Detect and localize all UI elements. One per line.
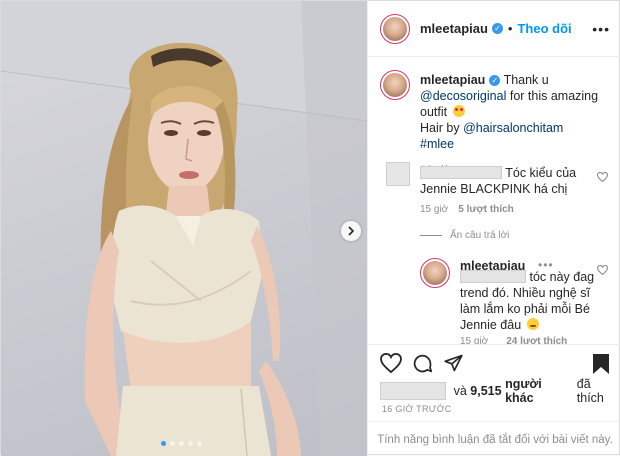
carousel-dot — [188, 441, 193, 446]
comment-bubble-icon[interactable] — [412, 353, 433, 374]
avatar[interactable] — [380, 70, 410, 100]
carousel-dot — [197, 441, 202, 446]
heart-icon[interactable] — [380, 353, 402, 373]
comment-time[interactable]: 15 giờ — [420, 204, 448, 215]
hide-replies-label: Ẩn câu trả lời — [450, 230, 510, 241]
paper-plane-icon[interactable] — [443, 353, 464, 373]
more-options-icon[interactable]: ••• — [592, 21, 610, 37]
likes-prefix: và — [453, 384, 467, 398]
next-slide-button[interactable] — [341, 221, 361, 241]
redacted-username — [420, 166, 502, 179]
follow-button[interactable]: Theo dõi — [517, 21, 571, 36]
verified-badge-icon: ✓ — [491, 23, 503, 34]
separator-dot: • — [507, 21, 513, 36]
author-username[interactable]: mleetapiau — [420, 21, 488, 36]
divider — [420, 235, 442, 236]
mention-link[interactable]: @hairsalonchitam — [463, 121, 563, 135]
model-figure — [84, 42, 301, 456]
likes-end: đã thích — [576, 377, 604, 405]
comment-meta: 15 giờ 5 lượt thích — [420, 204, 514, 215]
bookmark-icon[interactable] — [592, 353, 610, 375]
caption-text: mleetapiau ✓ Thank u @decosoriginal for t… — [420, 72, 616, 178]
commenter-avatar[interactable] — [386, 162, 410, 186]
hashtag-link[interactable]: #mlee — [420, 137, 454, 151]
reply-like-heart-icon[interactable] — [597, 265, 608, 275]
redacted-username — [460, 270, 526, 283]
carousel-dots — [161, 441, 202, 446]
likes-others[interactable]: người khác — [505, 377, 573, 405]
smile-emoji-icon — [526, 318, 539, 330]
reply-likes[interactable]: 24 lượt thích — [506, 336, 567, 344]
caption-author[interactable]: mleetapiau — [420, 73, 485, 87]
carousel-dot — [161, 441, 166, 446]
heart-eyes-emoji-icon — [452, 105, 465, 117]
redacted-username — [380, 382, 446, 400]
hide-replies-button[interactable]: Ẩn câu trả lời — [420, 230, 509, 241]
mention-link[interactable]: @decosoriginal — [420, 89, 506, 103]
post-header: mleetapiau ✓ • Theo dõi ••• — [368, 1, 620, 57]
post-photo[interactable] — [1, 1, 367, 456]
reply-meta: 15 giờ 24 lượt thích — [460, 336, 567, 344]
comments-list[interactable]: mleetapiau ✓ Thank u @decosoriginal for t… — [368, 58, 620, 344]
chevron-right-icon — [348, 226, 355, 236]
comment-likes[interactable]: 5 lượt thích — [458, 204, 513, 215]
caption-line3: Hair by — [420, 121, 460, 135]
comment-text: Tóc kiểu của Jennie BLACKPINK há chị — [420, 165, 590, 197]
avatar[interactable] — [380, 13, 410, 44]
carousel-dot — [179, 441, 184, 446]
post-side-panel: mleetapiau ✓ • Theo dõi ••• mleetapiau ✓ … — [367, 1, 620, 456]
instagram-post: mleetapiau ✓ • Theo dõi ••• mleetapiau ✓ … — [0, 0, 620, 456]
likes-summary: và 9,515 người khác đã thích — [380, 377, 620, 405]
comments-disabled-notice: Tính năng bình luận đã tắt đối với bài v… — [368, 421, 620, 456]
avatar[interactable] — [420, 258, 450, 288]
verified-badge-icon: ✓ — [489, 75, 501, 86]
comment-like-heart-icon[interactable] — [597, 172, 608, 182]
reply-text: tóc này đag trend đó. Nhiều nghệ sĩ làm … — [460, 269, 600, 333]
carousel-dot — [170, 441, 175, 446]
likes-count[interactable]: 9,515 — [470, 384, 501, 398]
reply-time[interactable]: 15 giờ — [460, 336, 488, 344]
caption-line1: Thank u — [503, 73, 549, 87]
post-timestamp[interactable]: 16 GIỜ TRƯỚC — [382, 404, 452, 414]
